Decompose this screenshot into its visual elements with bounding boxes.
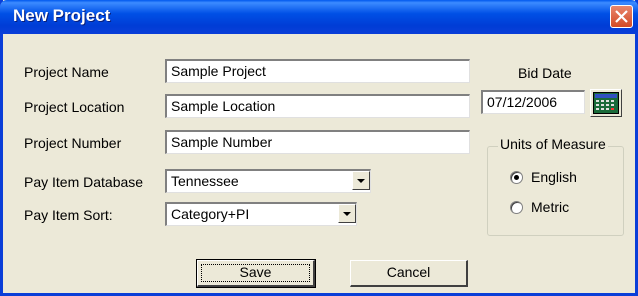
english-radio[interactable] [510,171,523,184]
project-name-input[interactable]: Sample Project [165,59,470,83]
bid-date-label: Bid Date [518,65,572,81]
project-number-input[interactable]: Sample Number [165,130,470,154]
close-button[interactable] [610,5,633,28]
project-location-label: Project Location [24,99,125,115]
project-name-label: Project Name [24,64,109,80]
save-button-label: Save [239,264,272,280]
dialog-title: New Project [13,6,111,25]
pay-item-sort-value: Category+PI [171,206,250,222]
cancel-button[interactable]: Cancel [350,260,468,287]
units-of-measure-legend: Units of Measure [498,136,608,152]
pay-item-sort-label: Pay Item Sort: [24,207,113,223]
cancel-button-label: Cancel [386,264,431,280]
title-bar[interactable]: New Project [0,0,638,34]
calendar-button[interactable] [590,89,622,117]
metric-radio[interactable] [510,201,523,214]
chevron-down-icon[interactable] [338,204,356,223]
pay-item-database-label: Pay Item Database [24,174,144,190]
english-radio-label[interactable]: English [531,169,577,185]
chevron-down-icon[interactable] [352,171,370,190]
bid-date-input[interactable]: 07/12/2006 [481,90,585,114]
project-location-input[interactable]: Sample Location [165,94,470,118]
calendar-icon [593,92,619,114]
pay-item-sort-select[interactable]: Category+PI [165,202,357,226]
project-number-label: Project Number [24,135,122,151]
units-of-measure-group [487,146,624,236]
save-button[interactable]: Save [196,259,316,288]
pay-item-database-value: Tennessee [171,173,239,189]
close-icon [615,10,628,23]
pay-item-database-select[interactable]: Tennessee [165,169,371,193]
metric-radio-label[interactable]: Metric [531,199,569,215]
